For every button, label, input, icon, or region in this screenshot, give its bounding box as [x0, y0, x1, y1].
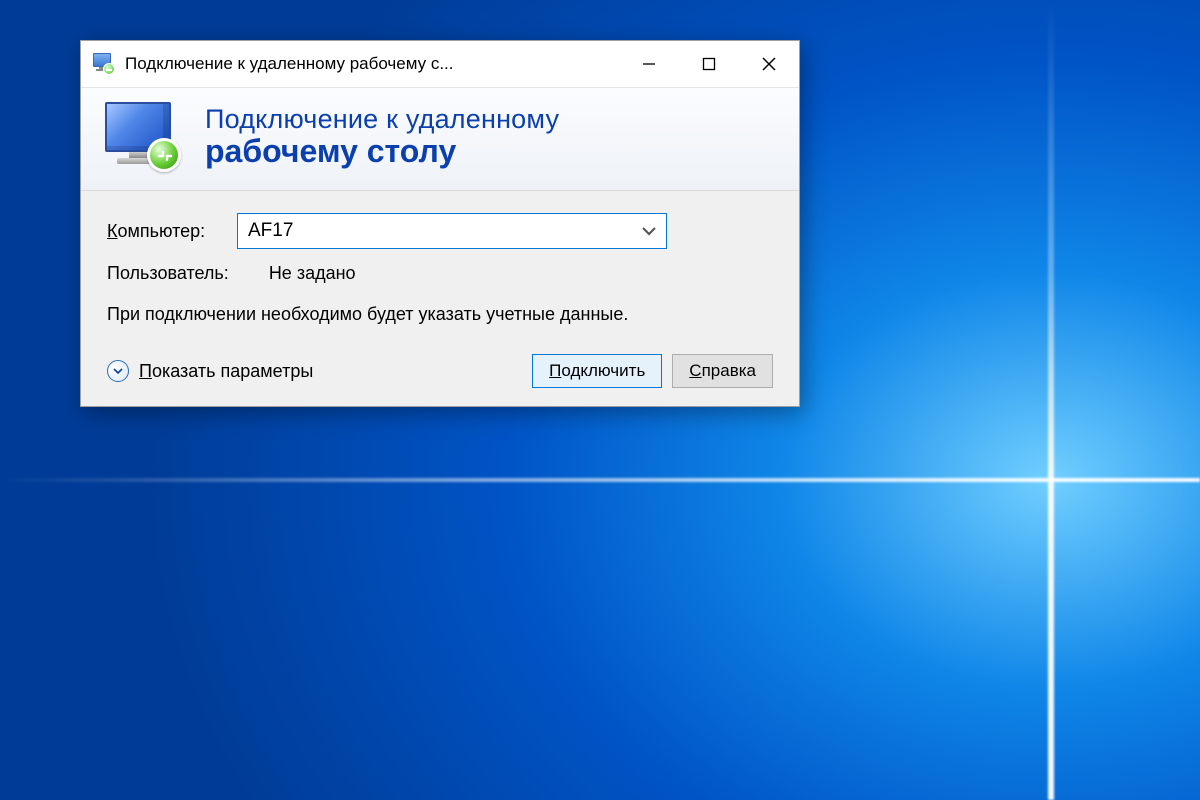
- connect-button[interactable]: Подключить: [532, 354, 662, 388]
- minimize-button[interactable]: [619, 41, 679, 87]
- rdp-app-icon: [93, 53, 115, 75]
- banner-text: Подключение к удаленному рабочему столу: [205, 104, 559, 170]
- user-label: Пользователь:: [107, 263, 229, 284]
- show-options-toggle[interactable]: Показать параметры: [107, 360, 522, 382]
- window-title: Подключение к удаленному рабочему с...: [125, 54, 619, 74]
- rdp-dialog-window: Подключение к удаленному рабочему с... П…: [80, 40, 800, 407]
- show-options-label: Показать параметры: [139, 361, 313, 382]
- expand-down-icon: [107, 360, 129, 382]
- rdp-banner-icon: [105, 102, 183, 172]
- user-row: Пользователь: Не задано: [107, 263, 773, 284]
- credentials-note: При подключении необходимо будет указать…: [107, 302, 667, 326]
- banner-line2: рабочему столу: [205, 133, 559, 170]
- computer-row: Компьютер: AF17: [107, 213, 773, 249]
- chevron-down-icon[interactable]: [640, 222, 658, 240]
- banner-line1: Подключение к удаленному: [205, 104, 559, 135]
- close-button[interactable]: [739, 41, 799, 87]
- computer-combobox[interactable]: AF17: [237, 213, 667, 249]
- help-button[interactable]: Справка: [672, 354, 773, 388]
- titlebar[interactable]: Подключение к удаленному рабочему с...: [81, 41, 799, 87]
- dialog-body: Компьютер: AF17 Пользователь: Не задано …: [81, 191, 799, 406]
- computer-value: AF17: [248, 220, 293, 242]
- dialog-footer: Показать параметры Подключить Справка: [107, 354, 773, 388]
- banner: Подключение к удаленному рабочему столу: [81, 87, 799, 191]
- maximize-button[interactable]: [679, 41, 739, 87]
- computer-label: Компьютер:: [107, 221, 237, 242]
- window-controls: [619, 41, 799, 87]
- user-value: Не задано: [269, 263, 356, 284]
